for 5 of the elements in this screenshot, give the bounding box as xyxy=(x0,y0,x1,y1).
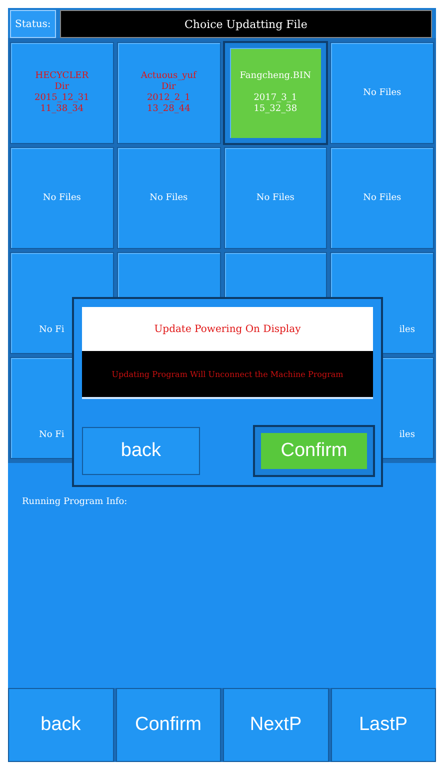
dialog-message: Updating Program Will Unconnect the Machine Program xyxy=(82,351,373,399)
info-label: Running Program Info: xyxy=(22,497,128,507)
dialog-title: Update Powering On Display xyxy=(82,307,373,351)
status-title: Choice Updatting File xyxy=(60,10,432,38)
status-label: Status: xyxy=(10,10,56,38)
